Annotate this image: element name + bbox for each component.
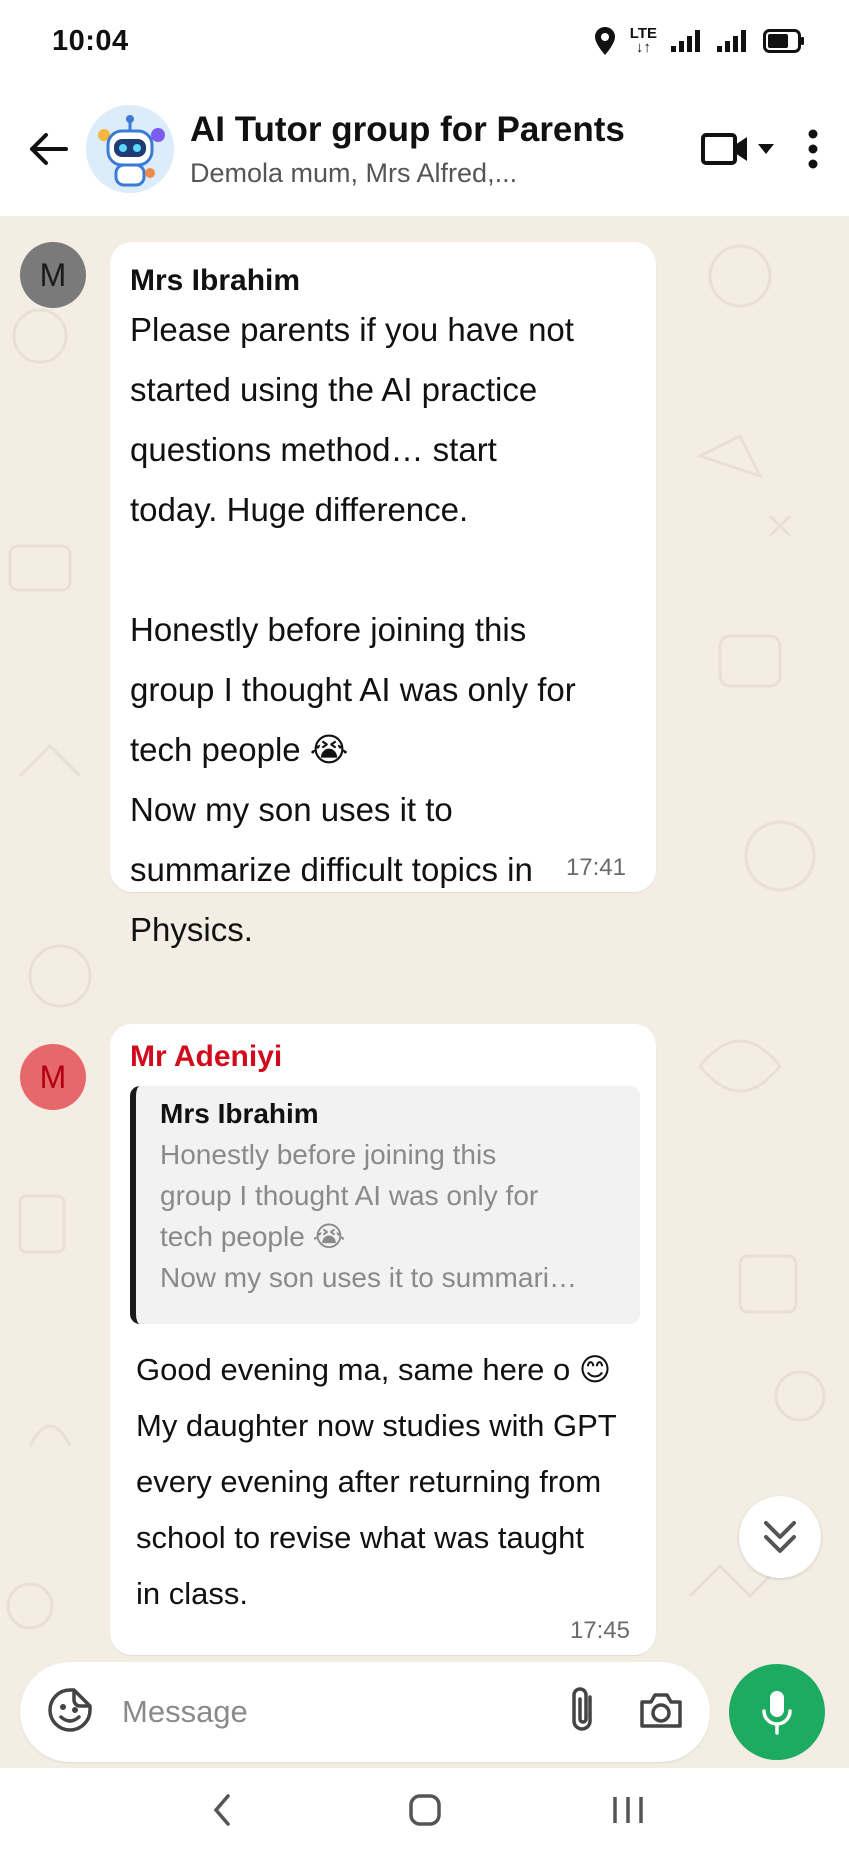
- system-nav-bar: [0, 1768, 849, 1852]
- signal-icon: [671, 30, 703, 52]
- nav-recents-button[interactable]: [588, 1780, 668, 1840]
- battery-icon: [763, 29, 805, 53]
- signal-icon-2: [717, 30, 749, 52]
- chevron-left-icon: [213, 1794, 230, 1826]
- camera-button[interactable]: [638, 1690, 684, 1735]
- sender-avatar[interactable]: M: [20, 242, 86, 308]
- nav-back-button[interactable]: [182, 1780, 262, 1840]
- home-square-icon: [408, 1794, 441, 1826]
- header-text[interactable]: AI Tutor group for Parents Demola mum, M…: [190, 110, 691, 189]
- paperclip-icon: [572, 1686, 592, 1731]
- message-time: 17:41: [565, 854, 626, 881]
- recents-icon: [612, 1797, 643, 1823]
- message-input[interactable]: [122, 1694, 568, 1730]
- sticker-button[interactable]: [46, 1686, 94, 1739]
- message-bubble[interactable]: Mrs Ibrahim Please parents if you have n…: [110, 242, 656, 948]
- more-options-button[interactable]: [793, 119, 833, 179]
- quoted-text: Honestly before joining this group I tho…: [160, 1139, 577, 1293]
- quoted-message[interactable]: Mrs Ibrahim Honestly before joining this…: [130, 1086, 640, 1324]
- back-button[interactable]: [18, 119, 78, 179]
- network-label: LTE: [629, 25, 657, 42]
- video-camera-icon: [701, 133, 747, 165]
- status-time: 10:04: [52, 24, 129, 57]
- status-bar: 10:04 LTE ↓↑: [0, 0, 849, 82]
- group-title: AI Tutor group for Parents: [190, 109, 625, 149]
- composer-icons: [568, 1685, 684, 1740]
- nav-home-button[interactable]: [385, 1780, 465, 1840]
- message-bubble[interactable]: Mr Adeniyi Mrs Ibrahim Honestly before j…: [110, 1024, 656, 1655]
- video-call-button[interactable]: [701, 131, 775, 167]
- input-bar: [0, 1662, 849, 1768]
- camera-icon: [640, 1692, 682, 1728]
- group-members: Demola mum, Mrs Alfred,...: [190, 157, 518, 188]
- header-actions: [701, 119, 833, 179]
- chat-area[interactable]: M Mrs Ibrahim Please parents if you have…: [0, 216, 849, 1662]
- group-avatar[interactable]: [86, 105, 174, 193]
- message-text: Good evening ma, same here o 😊 My daught…: [136, 1352, 617, 1611]
- back-arrow-icon: [30, 133, 68, 165]
- sticker-icon: [48, 1687, 92, 1732]
- sender-avatar[interactable]: M: [20, 1044, 86, 1110]
- microphone-icon: [762, 1691, 792, 1735]
- quoted-sender: Mrs Ibrahim: [160, 1098, 319, 1129]
- attach-button[interactable]: [568, 1685, 598, 1740]
- message-text: Please parents if you have not started u…: [130, 311, 576, 948]
- sender-name[interactable]: Mr Adeniyi: [130, 1040, 642, 1074]
- double-chevron-down-icon: [764, 1521, 796, 1553]
- status-icons: LTE ↓↑: [594, 26, 805, 56]
- sender-name[interactable]: Mrs Ibrahim: [130, 264, 636, 298]
- network-type: LTE ↓↑: [629, 25, 657, 56]
- chevron-down-icon: [758, 144, 774, 154]
- robot-avatar-icon: [86, 105, 174, 193]
- location-icon: [594, 26, 616, 56]
- message-time: 17:45: [569, 1617, 630, 1644]
- scroll-to-bottom-button[interactable]: [739, 1496, 821, 1578]
- more-vertical-icon: [808, 129, 818, 169]
- voice-message-button[interactable]: [729, 1664, 825, 1760]
- message-composer: [20, 1662, 710, 1762]
- chat-header: AI Tutor group for Parents Demola mum, M…: [0, 82, 849, 216]
